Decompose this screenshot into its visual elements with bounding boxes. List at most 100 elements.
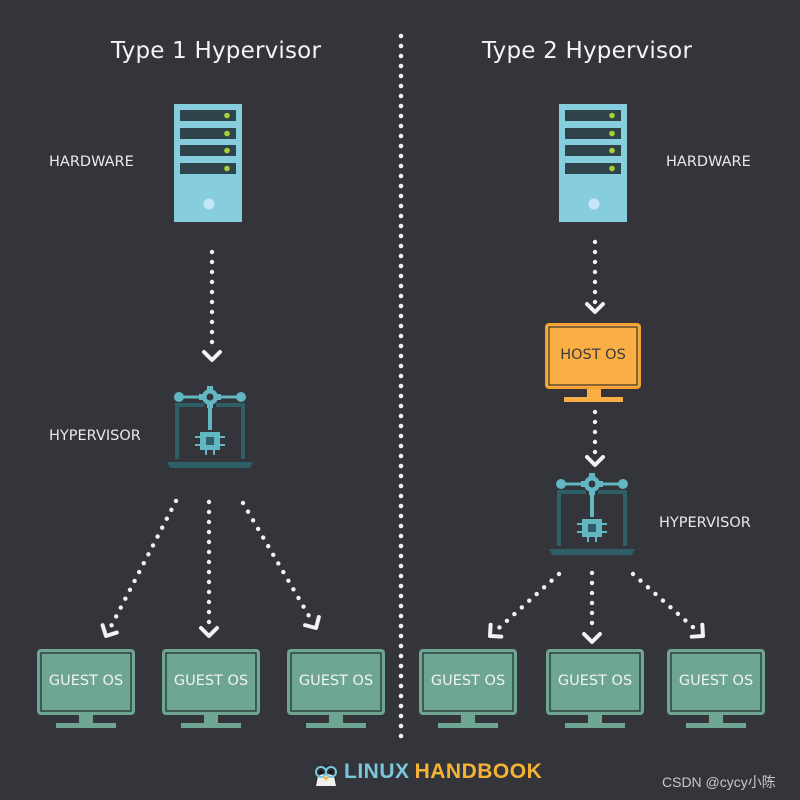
- arrow-dot: [209, 309, 215, 315]
- arrow-dot: [592, 279, 598, 285]
- hypervisor-icon: [549, 473, 635, 555]
- arrow-dot: [668, 604, 673, 610]
- arrow-dot: [209, 249, 215, 255]
- dotted-arrow: [582, 570, 602, 644]
- divider-dot: [398, 613, 404, 619]
- divider-dot: [398, 103, 404, 109]
- arrow-dot: [109, 623, 114, 628]
- arrow-dot: [113, 614, 119, 619]
- arrow-dot: [206, 579, 212, 585]
- host-os-label: HOST OS: [560, 347, 626, 363]
- arrow-dot: [527, 598, 532, 603]
- arrow-dot: [534, 591, 539, 597]
- guest-os-monitor-icon: [162, 649, 260, 728]
- divider-dot: [398, 473, 404, 479]
- arrow-dot: [118, 605, 123, 610]
- divider-dot: [398, 483, 404, 489]
- arrow-dot: [638, 578, 643, 583]
- arrow-dot: [271, 552, 276, 558]
- divider-dot: [398, 493, 404, 499]
- arrow-dot: [206, 549, 212, 555]
- arrow-dot: [541, 585, 547, 590]
- arrow-dot: [281, 569, 286, 575]
- divider-dot: [398, 523, 404, 529]
- arrow-dot: [286, 578, 291, 583]
- arrow-dot: [209, 289, 215, 295]
- arrow-dot: [155, 534, 160, 539]
- divider-dot: [398, 733, 404, 739]
- divider-dot: [398, 583, 404, 589]
- arrow-dot: [592, 259, 598, 265]
- arrow-dot: [209, 259, 215, 265]
- arrow-dot: [296, 595, 301, 601]
- arrow-dot: [512, 611, 517, 617]
- divider-dot: [398, 603, 404, 609]
- arrow-dot: [589, 600, 595, 606]
- arrow-dot: [245, 509, 251, 514]
- arrow-dot: [159, 525, 165, 530]
- arrowhead-icon: [202, 350, 222, 362]
- arrow-dot: [206, 509, 212, 515]
- arrow-dot: [209, 319, 215, 325]
- divider-dot: [398, 563, 404, 569]
- divider-dot: [398, 83, 404, 89]
- arrow-dot: [206, 519, 212, 525]
- divider-dot: [398, 403, 404, 409]
- arrow-dot: [206, 599, 212, 605]
- guest-os-monitor-icon: [667, 649, 765, 728]
- divider-dot: [398, 443, 404, 449]
- divider-dot: [398, 723, 404, 729]
- arrow-dot: [260, 535, 266, 540]
- arrow-dot: [206, 589, 212, 595]
- divider-dot: [398, 53, 404, 59]
- arrow-dot: [146, 552, 151, 557]
- arrow-dot: [549, 578, 554, 583]
- arrow-dot: [206, 539, 212, 545]
- divider-dot: [398, 233, 404, 239]
- arrow-dot: [589, 580, 595, 586]
- center-divider: [398, 33, 404, 739]
- arrow-dot: [127, 587, 133, 592]
- divider-dot: [398, 183, 404, 189]
- arrow-dot: [291, 587, 296, 592]
- divider-dot: [398, 203, 404, 209]
- arrow-dot: [206, 499, 212, 505]
- arrow-dot: [497, 625, 502, 630]
- divider-dot: [398, 713, 404, 719]
- divider-dot: [398, 253, 404, 259]
- divider-dot: [398, 543, 404, 549]
- arrow-dot: [630, 571, 636, 577]
- guest-os-label: GUEST OS: [173, 673, 249, 689]
- arrow-dot: [141, 560, 146, 566]
- arrow-dot: [589, 620, 595, 626]
- dotted-arrow: [585, 409, 605, 467]
- divider-dot: [398, 383, 404, 389]
- divider-dot: [398, 413, 404, 419]
- arrow-dot: [592, 299, 598, 305]
- dotted-arrow: [202, 249, 222, 362]
- arrow-dot: [519, 605, 525, 610]
- arrow-dot: [683, 618, 688, 623]
- dotted-arrow: [585, 239, 605, 314]
- arrow-dot: [132, 578, 137, 584]
- arrow-dot: [592, 249, 598, 255]
- divider-dot: [398, 293, 404, 299]
- divider-dot: [398, 553, 404, 559]
- arrow-dot: [173, 498, 179, 504]
- arrow-dot: [589, 590, 595, 596]
- arrow-dot: [556, 571, 562, 577]
- arrowhead-icon: [582, 632, 602, 644]
- arrow-dot: [206, 609, 212, 615]
- divider-dot: [398, 683, 404, 689]
- divider-dot: [398, 593, 404, 599]
- arrow-dot: [653, 591, 658, 597]
- guest-os-label: GUEST OS: [557, 673, 633, 689]
- arrow-dot: [592, 449, 598, 455]
- arrow-dot: [169, 507, 174, 513]
- divider-dot: [398, 323, 404, 329]
- divider-dot: [398, 163, 404, 169]
- arrow-dot: [209, 339, 215, 345]
- divider-dot: [398, 343, 404, 349]
- divider-dot: [398, 693, 404, 699]
- arrow-dot: [660, 598, 666, 603]
